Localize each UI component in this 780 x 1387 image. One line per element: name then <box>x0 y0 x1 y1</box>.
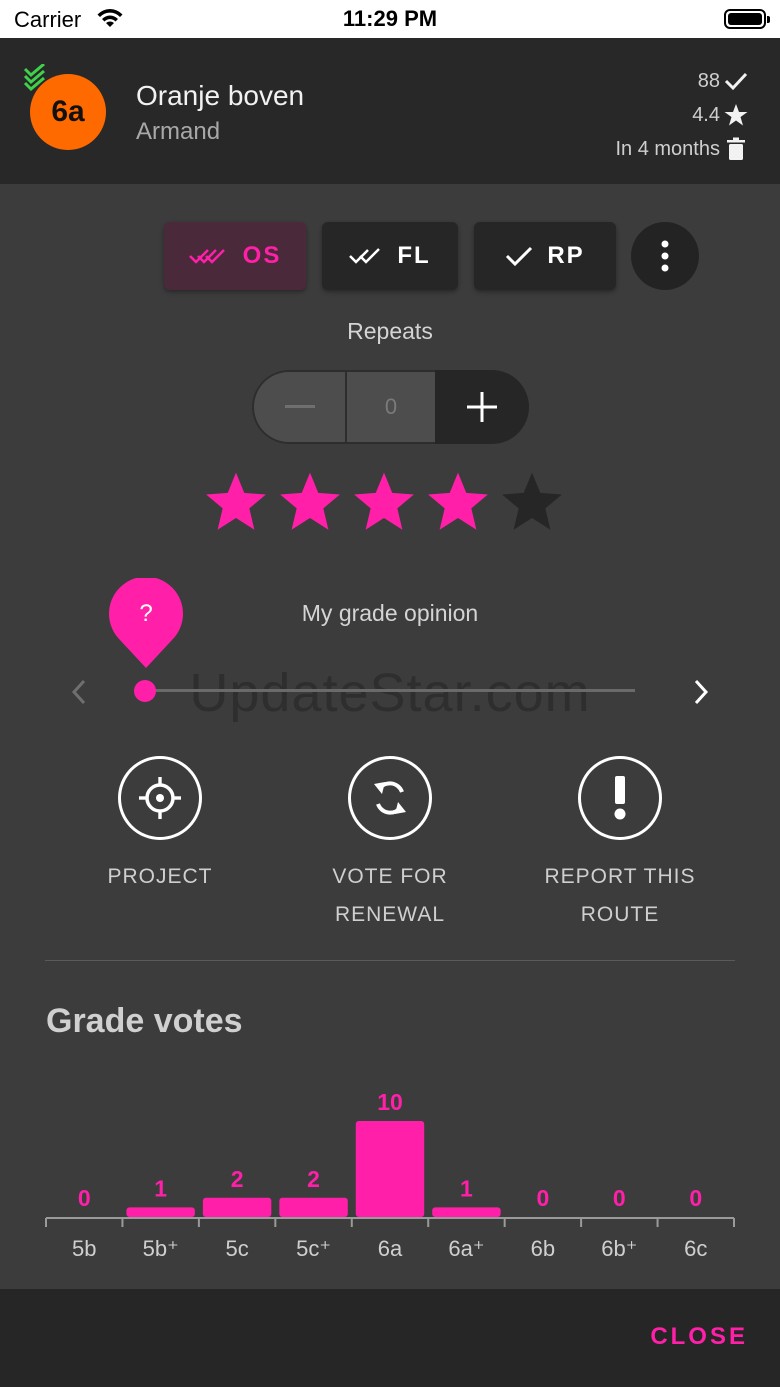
pin-text: ? <box>139 600 153 627</box>
bar-value-label: 0 <box>536 1185 549 1211</box>
increment-button[interactable] <box>435 370 529 444</box>
refresh-icon <box>374 781 406 815</box>
average-rating: 4.4 <box>692 103 720 126</box>
grade-votes-chart: 0 5b 1 5b⁺ 2 5c 2 5c⁺ 10 6a 1 6a⁺ 0 6b 0 6b⁺ 0 6c <box>45 1089 735 1261</box>
action-label: VOTE FOR <box>332 865 448 888</box>
bar-value-label: 0 <box>613 1185 626 1211</box>
battery-icon <box>724 9 770 29</box>
x-tick-label: 6b⁺ <box>601 1236 637 1261</box>
rating-star-5[interactable] <box>500 470 564 534</box>
removal-date: In 4 months <box>615 137 720 160</box>
setter-name: Armand <box>136 118 221 145</box>
watermark: UpdateStar.com <box>189 663 591 723</box>
x-tick-label: 6c <box>684 1236 707 1261</box>
double-check-icon <box>349 248 381 264</box>
x-tick-label: 5b <box>72 1236 96 1261</box>
repeats-value: 0 <box>345 370 435 444</box>
clock: 11:29 PM <box>342 6 438 31</box>
tick-label: OS <box>242 242 282 269</box>
x-tick-label: 5c <box>225 1236 248 1261</box>
star-icon <box>724 104 748 126</box>
star-rating <box>204 470 564 534</box>
rating-star-2[interactable] <box>278 470 342 534</box>
decrement-button[interactable] <box>252 370 345 444</box>
crosshair-icon <box>139 777 181 819</box>
report-route-button[interactable] <box>578 756 662 840</box>
rating-star-3[interactable] <box>352 470 416 534</box>
exclamation-icon <box>614 776 626 820</box>
tick-label: FL <box>397 242 431 269</box>
repeats-stepper: 0 <box>252 370 529 444</box>
x-tick-label: 6b <box>531 1236 555 1261</box>
bar-6a⁺ <box>432 1207 501 1217</box>
grade-slider-track[interactable] <box>145 689 635 692</box>
rating-star-1[interactable] <box>204 470 268 534</box>
project-action[interactable]: PROJECT <box>45 756 275 896</box>
rating-star-4[interactable] <box>426 470 490 534</box>
tick-redpoint-button[interactable]: RP <box>474 222 616 290</box>
close-button[interactable]: CLOSE <box>650 1323 748 1351</box>
bar-6a <box>355 1121 425 1217</box>
x-tick-label: 5b⁺ <box>143 1236 179 1261</box>
vote-renewal-action[interactable]: VOTE FOR RENEWAL <box>275 756 505 934</box>
footer-bar: CLOSE <box>0 1289 780 1387</box>
grade-votes-title: Grade votes <box>46 1002 243 1040</box>
tick-flash-button[interactable]: FL <box>322 222 458 290</box>
route-name: Oranje boven <box>136 80 305 111</box>
check-icon <box>724 72 748 91</box>
bar-value-label: 2 <box>307 1166 320 1192</box>
ascent-count: 88 <box>697 69 720 92</box>
triple-check-icon <box>188 249 225 264</box>
triple-check-icon <box>23 64 45 92</box>
action-label: REPORT THIS <box>544 865 696 888</box>
repeats-label: Repeats <box>347 318 433 344</box>
bar-value-label: 2 <box>231 1166 244 1192</box>
chevron-left-icon[interactable] <box>68 678 90 706</box>
chevron-right-icon[interactable] <box>690 678 712 706</box>
vote-renewal-button[interactable] <box>348 756 432 840</box>
bar-5c <box>202 1197 272 1217</box>
bar-5c⁺ <box>279 1197 348 1217</box>
status-bar: Carrier 11:29 PM <box>0 0 780 38</box>
more-options-button[interactable] <box>631 222 699 290</box>
section-divider <box>45 960 735 961</box>
bar-5b⁺ <box>126 1207 195 1217</box>
trash-icon <box>727 137 745 160</box>
bar-value-label: 0 <box>689 1185 702 1211</box>
action-label: ROUTE <box>580 903 660 926</box>
check-icon <box>506 246 533 267</box>
grade-slider-thumb[interactable] <box>134 680 156 702</box>
x-tick-label: 5c⁺ <box>296 1236 331 1261</box>
project-button[interactable] <box>118 756 202 840</box>
action-label: PROJECT <box>107 865 213 888</box>
route-meta: 88 4.4 In 4 months <box>615 64 748 166</box>
more-vertical-icon <box>661 240 669 272</box>
bar-value-label: 1 <box>154 1175 167 1201</box>
route-header: 6a Oranje boven Armand 88 4.4 In 4 month… <box>0 38 780 184</box>
tick-label: RP <box>547 242 585 269</box>
bar-value-label: 10 <box>377 1089 403 1115</box>
report-route-action[interactable]: REPORT THIS ROUTE <box>505 756 735 934</box>
bar-value-label: 1 <box>460 1175 473 1201</box>
plus-icon <box>467 392 497 422</box>
action-label: RENEWAL <box>334 903 446 926</box>
x-tick-label: 6a⁺ <box>448 1236 484 1261</box>
x-tick-label: 6a <box>378 1236 403 1261</box>
tick-onsight-button[interactable]: OS <box>164 222 306 290</box>
minus-icon <box>284 405 315 408</box>
bar-value-label: 0 <box>78 1185 91 1211</box>
